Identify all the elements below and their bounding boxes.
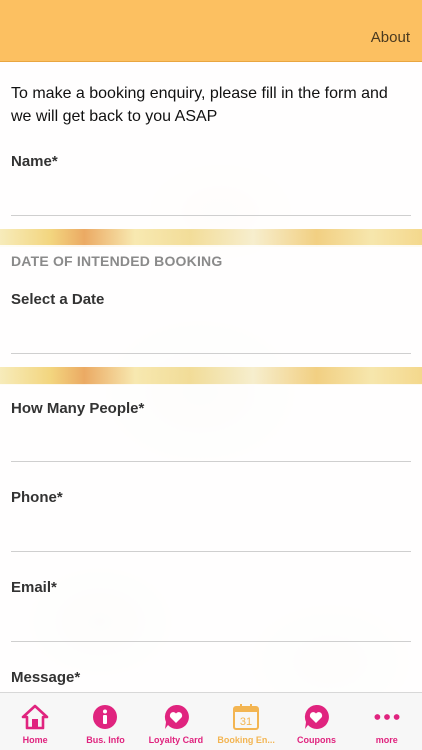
people-input[interactable] — [11, 434, 411, 462]
bottom-tab-bar: Home Bus. Info Loyalty Card 31 Booking E… — [0, 692, 422, 750]
tab-home[interactable]: Home — [0, 693, 70, 750]
email-input[interactable] — [11, 614, 411, 642]
date-section-heading: DATE OF INTENDED BOOKING — [11, 253, 223, 269]
tab-label-loyalty-card: Loyalty Card — [148, 735, 204, 745]
name-label: Name* — [11, 153, 58, 170]
home-icon — [21, 703, 49, 731]
heart-bubble-icon — [162, 703, 190, 731]
tab-label-bus-info: Bus. Info — [86, 735, 125, 745]
date-input[interactable] — [11, 326, 411, 354]
people-label: How Many People* — [11, 400, 145, 417]
form-section-details: How Many People* Phone* Email* Message* — [0, 384, 422, 692]
booking-form: To make a booking enquiry, please fill i… — [0, 62, 422, 692]
tab-bus-info[interactable]: Bus. Info — [70, 693, 140, 750]
form-section-contact: To make a booking enquiry, please fill i… — [0, 62, 422, 230]
tab-label-coupons: Coupons — [296, 735, 336, 745]
phone-input[interactable] — [11, 524, 411, 552]
email-label: Email* — [11, 579, 57, 596]
more-icon — [373, 703, 401, 731]
calendar-icon: 31 — [232, 703, 260, 731]
heart-bubble-icon — [302, 703, 330, 731]
tab-coupons[interactable]: Coupons — [281, 693, 351, 750]
message-label: Message* — [11, 669, 81, 686]
tab-loyalty-card[interactable]: Loyalty Card — [141, 693, 211, 750]
name-input[interactable] — [11, 188, 411, 216]
calendar-day-text: 31 — [240, 716, 252, 728]
form-section-date: DATE OF INTENDED BOOKING Select a Date — [0, 245, 422, 367]
phone-label: Phone* — [11, 489, 63, 506]
top-nav-bar: About — [0, 0, 422, 62]
tab-booking-enquiry[interactable]: 31 Booking En... — [211, 693, 281, 750]
tab-label-booking-enquiry: Booking En... — [217, 735, 275, 745]
about-link[interactable]: About — [371, 29, 410, 46]
tab-label-more: more — [375, 735, 398, 745]
decorative-strip — [0, 367, 422, 385]
tab-more[interactable]: more — [352, 693, 422, 750]
form-intro-text: To make a booking enquiry, please fill i… — [11, 85, 388, 125]
info-icon — [91, 703, 119, 731]
date-label: Select a Date — [11, 291, 105, 308]
tab-label-home: Home — [22, 735, 48, 745]
